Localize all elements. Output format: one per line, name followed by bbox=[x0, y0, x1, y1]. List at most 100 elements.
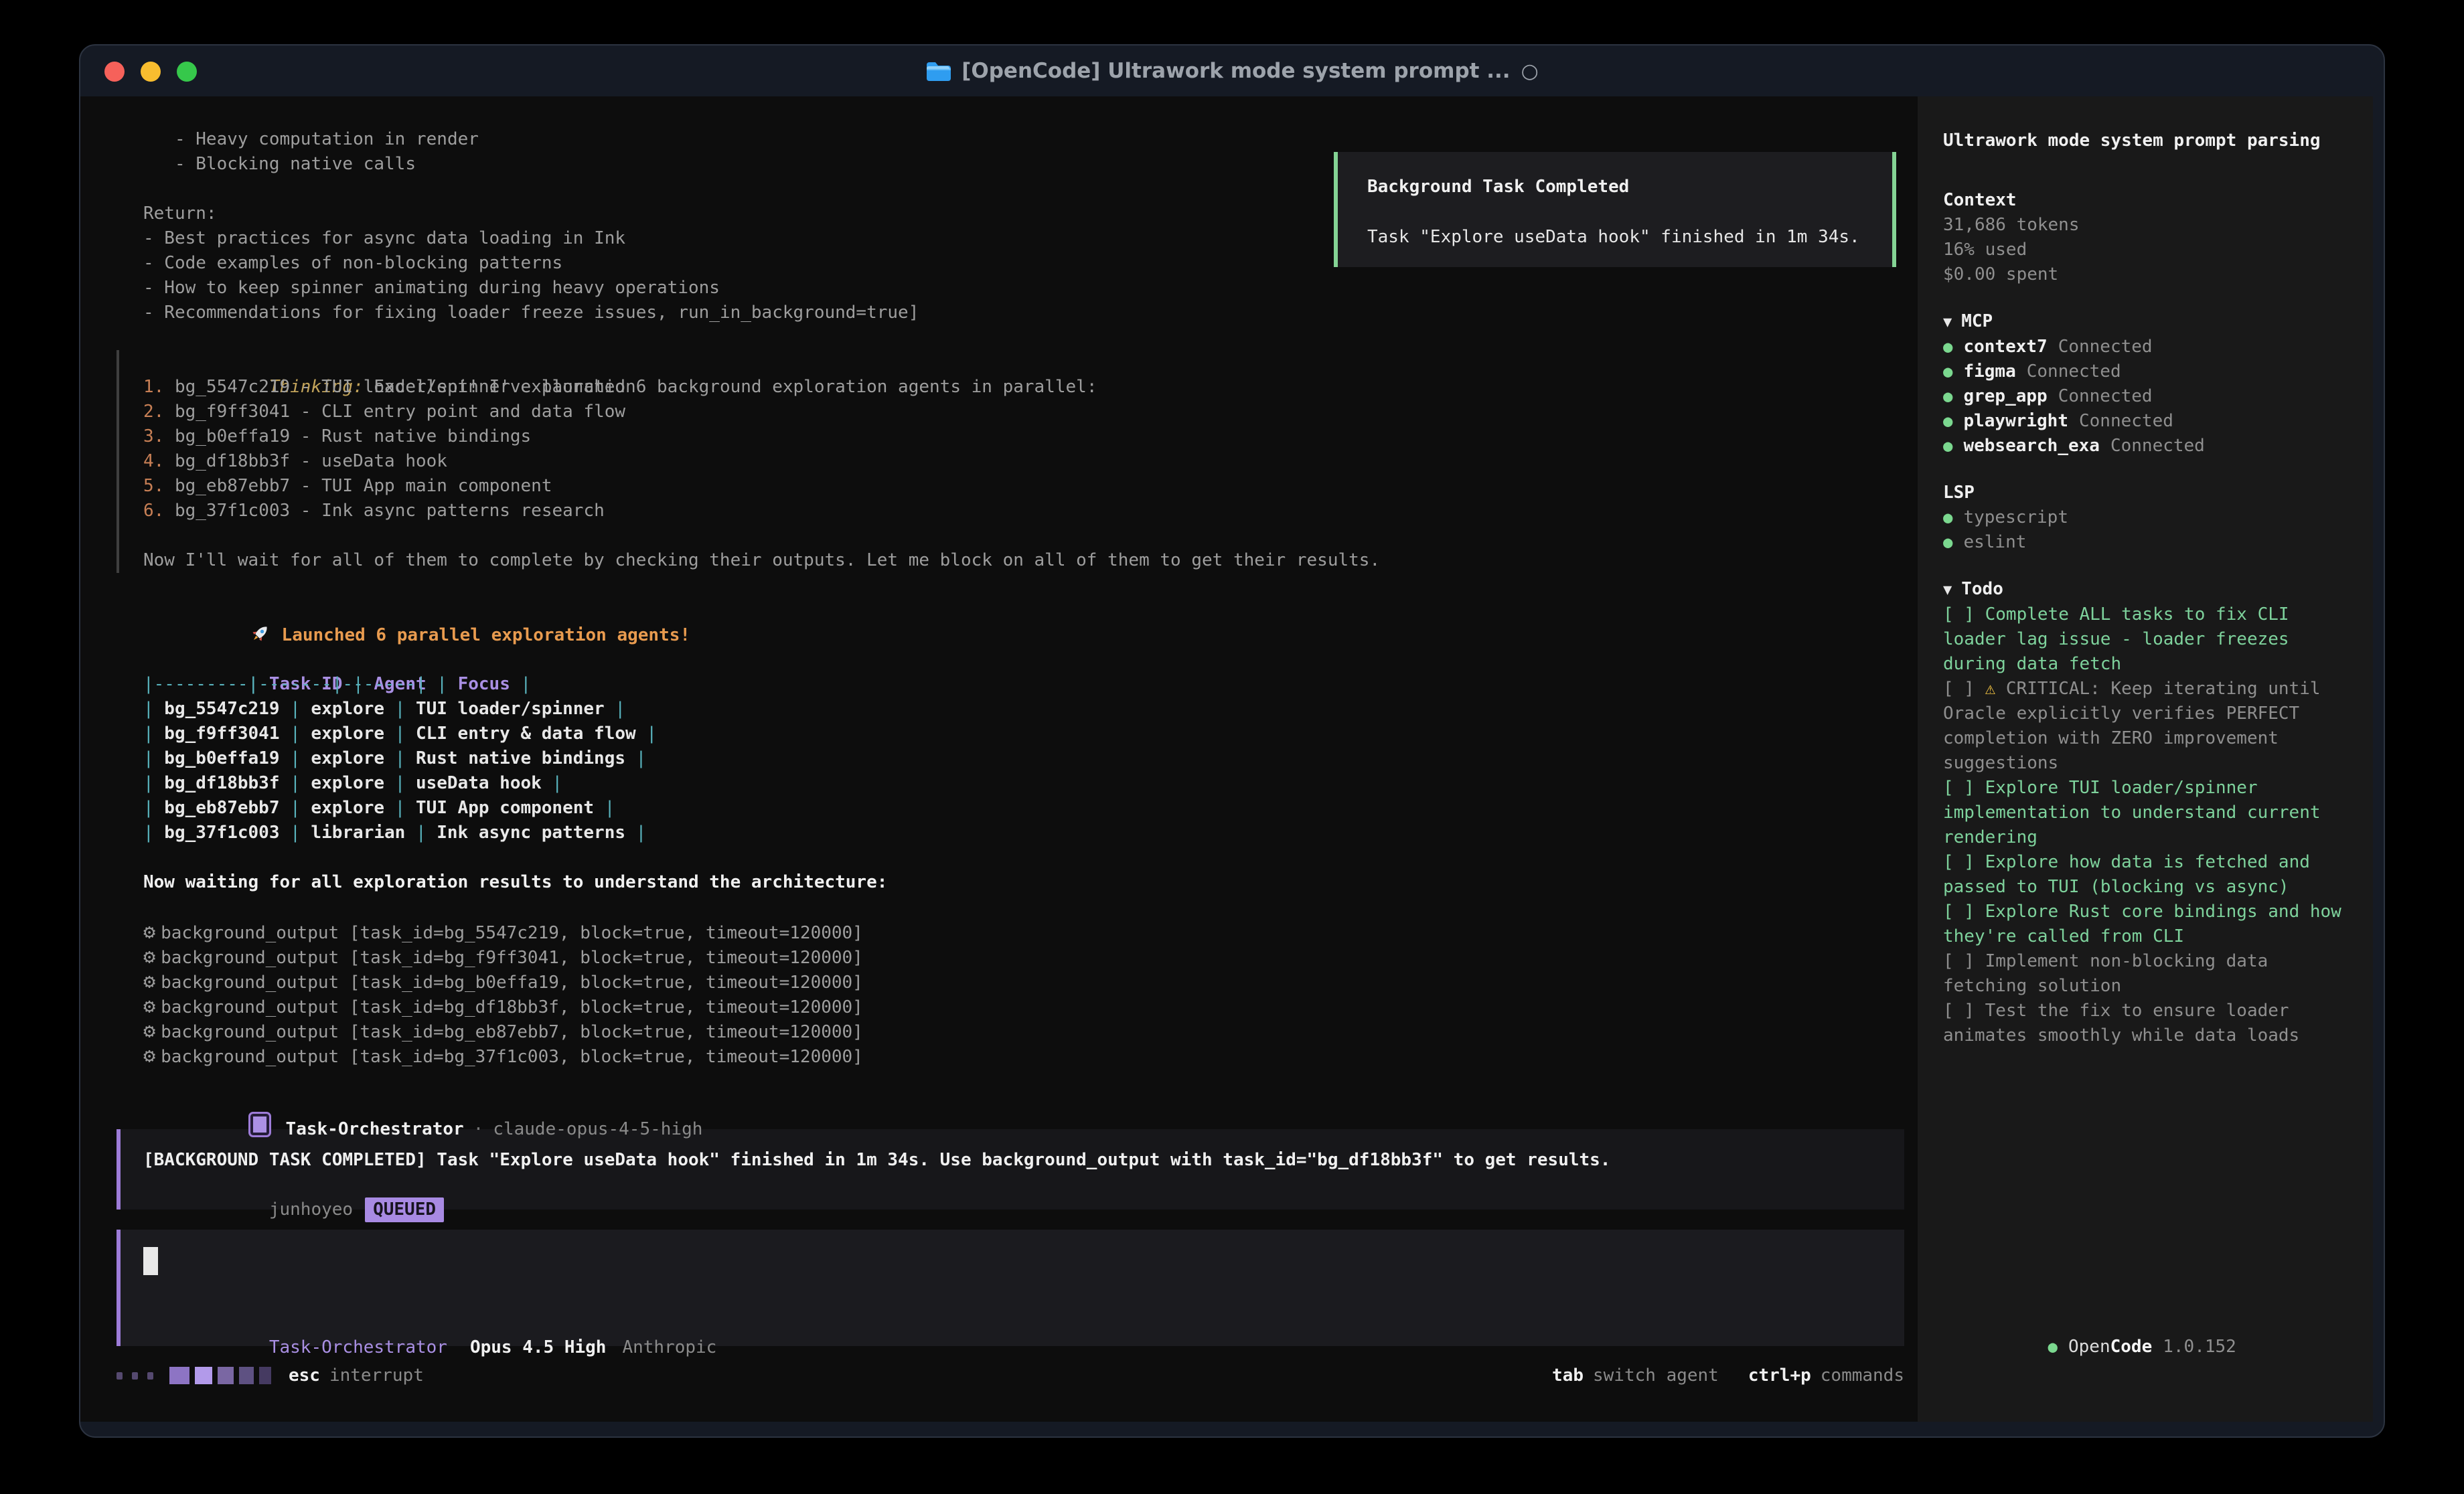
status-dot-icon: ● bbox=[1943, 533, 1952, 552]
thinking-item: 6. bg_37f1c003 - Ink async patterns rese… bbox=[143, 499, 1904, 523]
chevron-down-icon[interactable]: ▼ bbox=[1943, 314, 1952, 331]
terminal-window: [OpenCode] Ultrawork mode system prompt … bbox=[79, 44, 2385, 1438]
status-dot-icon: ● bbox=[1943, 362, 1952, 381]
tab-key-hint: tab bbox=[1552, 1365, 1584, 1386]
titlebar[interactable]: [OpenCode] Ultrawork mode system prompt … bbox=[80, 46, 2384, 96]
todo-checkbox[interactable]: [ ] bbox=[1943, 902, 1975, 922]
table-row: |bg_eb87ebb7|explore|TUI App component| bbox=[117, 796, 1904, 821]
progress-spinner bbox=[117, 1367, 271, 1384]
todo-checkbox[interactable]: [ ] bbox=[1943, 778, 1975, 798]
todo-checkbox[interactable]: [ ] bbox=[1943, 951, 1975, 971]
lsp-item: ●eslint bbox=[1943, 530, 2347, 555]
desktop: [OpenCode] Ultrawork mode system prompt … bbox=[0, 0, 2464, 1494]
app-version: ●OpenCode1.0.152 bbox=[1943, 1310, 2347, 1384]
gear-icon: ⚙ bbox=[143, 995, 155, 1018]
sidebar: Ultrawork mode system prompt parsing Con… bbox=[1918, 96, 2373, 1422]
mcp-item: ●playwrightConnected bbox=[1943, 409, 2347, 434]
table-row: |bg_37f1c003|librarian|Ink async pattern… bbox=[117, 821, 1904, 845]
completed-message-meta: junhoyeoQUEUED bbox=[143, 1173, 1884, 1197]
ctrlp-key-hint: ctrl+p bbox=[1748, 1365, 1811, 1386]
todo-item: [ ] Explore TUI loader/spinner implement… bbox=[1943, 776, 2347, 850]
launched-heading: Launched 6 parallel exploration agents! bbox=[117, 598, 1904, 622]
tool-call-line: ⚙background_output [task_id=bg_5547c219,… bbox=[117, 920, 1904, 944]
mcp-section-header[interactable]: ▼MCP bbox=[1943, 309, 2347, 335]
gear-icon: ⚙ bbox=[143, 970, 155, 993]
gear-icon: ⚙ bbox=[143, 1044, 155, 1068]
thinking-block: Thinking: Excellent! I've launched 6 bac… bbox=[117, 350, 1904, 573]
mcp-item: ●context7Connected bbox=[1943, 335, 2347, 359]
todo-item: [ ] Explore how data is fetched and pass… bbox=[1943, 850, 2347, 900]
context-used: 16% used bbox=[1943, 238, 2347, 262]
window-title: [OpenCode] Ultrawork mode system prompt … bbox=[80, 46, 2384, 96]
esc-key-hint: esc bbox=[289, 1365, 320, 1386]
completed-message-text: [BACKGROUND TASK COMPLETED] Task "Explor… bbox=[143, 1148, 1884, 1173]
session-circle-icon: ○ bbox=[1521, 60, 1539, 83]
table-row: |bg_f9ff3041|explore|CLI entry & data fl… bbox=[117, 722, 1904, 746]
transcript-line: - How to keep spinner animating during h… bbox=[117, 276, 1904, 301]
gear-icon: ⚙ bbox=[143, 920, 155, 944]
thinking-item: 5. bg_eb87ebb7 - TUI App main component bbox=[143, 474, 1904, 499]
gear-icon: ⚙ bbox=[143, 1019, 155, 1043]
thinking-item: 2. bg_f9ff3041 - CLI entry point and dat… bbox=[143, 400, 1904, 424]
todo-item: [ ] Implement non-blocking data fetching… bbox=[1943, 949, 2347, 999]
prompt-input[interactable]: Task-OrchestratorOpus 4.5 HighAnthropic bbox=[117, 1230, 1904, 1346]
status-dot-icon: ● bbox=[2048, 1337, 2058, 1356]
chevron-down-icon[interactable]: ▼ bbox=[1943, 582, 1952, 598]
todo-checkbox[interactable]: [ ] bbox=[1943, 604, 1975, 625]
window-title-text: [OpenCode] Ultrawork mode system prompt … bbox=[961, 59, 1510, 83]
thinking-wait-line: Now I'll wait for all of them to complet… bbox=[143, 548, 1904, 573]
session-title: Ultrawork mode system prompt parsing bbox=[1943, 129, 2347, 153]
warning-icon: ⚠ bbox=[1975, 679, 1995, 699]
status-dot-icon: ● bbox=[1943, 337, 1952, 356]
status-bar: escinterrupt tabswitch agent ctrl+pcomma… bbox=[117, 1362, 1904, 1389]
tool-call-line: ⚙background_output [task_id=bg_b0effa19,… bbox=[117, 969, 1904, 994]
tool-call-line: ⚙background_output [task_id=bg_f9ff3041,… bbox=[117, 944, 1904, 969]
input-meta-row: Task-OrchestratorOpus 4.5 HighAnthropic bbox=[143, 1311, 1884, 1335]
input-provider-name: Anthropic bbox=[622, 1337, 716, 1357]
tool-call-line: ⚙background_output [task_id=bg_37f1c003,… bbox=[117, 1044, 1904, 1068]
todo-item: [ ] Explore Rust core bindings and how t… bbox=[1943, 900, 2347, 949]
status-dot-icon: ● bbox=[1943, 412, 1952, 430]
lsp-section-header: LSP bbox=[1943, 481, 2347, 505]
gear-icon: ⚙ bbox=[143, 945, 155, 969]
input-model-name[interactable]: Opus 4.5 High bbox=[470, 1337, 607, 1357]
input-agent-name[interactable]: Task-Orchestrator bbox=[269, 1337, 447, 1357]
table-row: |bg_df18bb3f|explore|useData hook| bbox=[117, 771, 1904, 796]
thinking-item: 4. bg_df18bb3f - useData hook bbox=[143, 449, 1904, 474]
transcript-line: - Recommendations for fixing loader free… bbox=[117, 301, 1904, 325]
mcp-item: ●figmaConnected bbox=[1943, 359, 2347, 384]
mcp-item: ●grep_appConnected bbox=[1943, 384, 2347, 409]
thinking-item: 3. bg_b0effa19 - Rust native bindings bbox=[143, 424, 1904, 449]
waiting-heading: Now waiting for all exploration results … bbox=[117, 870, 1904, 895]
status-dot-icon: ● bbox=[1943, 436, 1952, 455]
todo-checkbox[interactable]: [ ] bbox=[1943, 852, 1975, 872]
todo-checkbox[interactable]: [ ] bbox=[1943, 1001, 1975, 1021]
background-task-completed-message: [BACKGROUND TASK COMPLETED] Task "Explor… bbox=[117, 1129, 1904, 1210]
folder-icon bbox=[925, 60, 951, 82]
agent-attribution-line: Task-Orchestrator·claude-opus-4-5-high bbox=[117, 1087, 1904, 1112]
chat-transcript[interactable]: - Heavy computation in render - Blocking… bbox=[80, 96, 1918, 1422]
todo-item: [ ] Test the fix to ensure loader animat… bbox=[1943, 999, 2347, 1048]
tool-call-line: ⚙background_output [task_id=bg_eb87ebb7,… bbox=[117, 1019, 1904, 1044]
agent-icon bbox=[248, 1112, 271, 1137]
todo-item: [ ] Complete ALL tasks to fix CLI loader… bbox=[1943, 602, 2347, 677]
todo-checkbox[interactable]: [ ] bbox=[1943, 679, 1975, 699]
lsp-item: ●typescript bbox=[1943, 505, 2347, 530]
notification-title: Background Task Completed bbox=[1367, 175, 1892, 199]
agent-model: claude-opus-4-5-high bbox=[493, 1119, 702, 1139]
text-cursor bbox=[143, 1247, 158, 1275]
notification-toast[interactable]: Background Task Completed Task "Explore … bbox=[1334, 152, 1896, 267]
context-spent: $0.00 spent bbox=[1943, 262, 2347, 287]
notification-body: Task "Explore useData hook" finished in … bbox=[1367, 225, 1892, 250]
window-content: - Heavy computation in render - Blocking… bbox=[80, 96, 2373, 1422]
tool-call-line: ⚙background_output [task_id=bg_df18bb3f,… bbox=[117, 994, 1904, 1019]
thinking-intro-line: Thinking: Excellent! I've launched 6 bac… bbox=[143, 350, 1904, 375]
context-heading: Context bbox=[1943, 188, 2347, 213]
table-separator-row: |---------|-------|-------| bbox=[117, 672, 1904, 697]
todo-section-header[interactable]: ▼Todo bbox=[1943, 577, 2347, 602]
rocket-icon bbox=[248, 622, 271, 645]
username: junhoyeo bbox=[269, 1199, 353, 1220]
queued-badge: QUEUED bbox=[365, 1197, 444, 1222]
table-row: |bg_b0effa19|explore|Rust native binding… bbox=[117, 746, 1904, 771]
status-dot-icon: ● bbox=[1943, 387, 1952, 406]
